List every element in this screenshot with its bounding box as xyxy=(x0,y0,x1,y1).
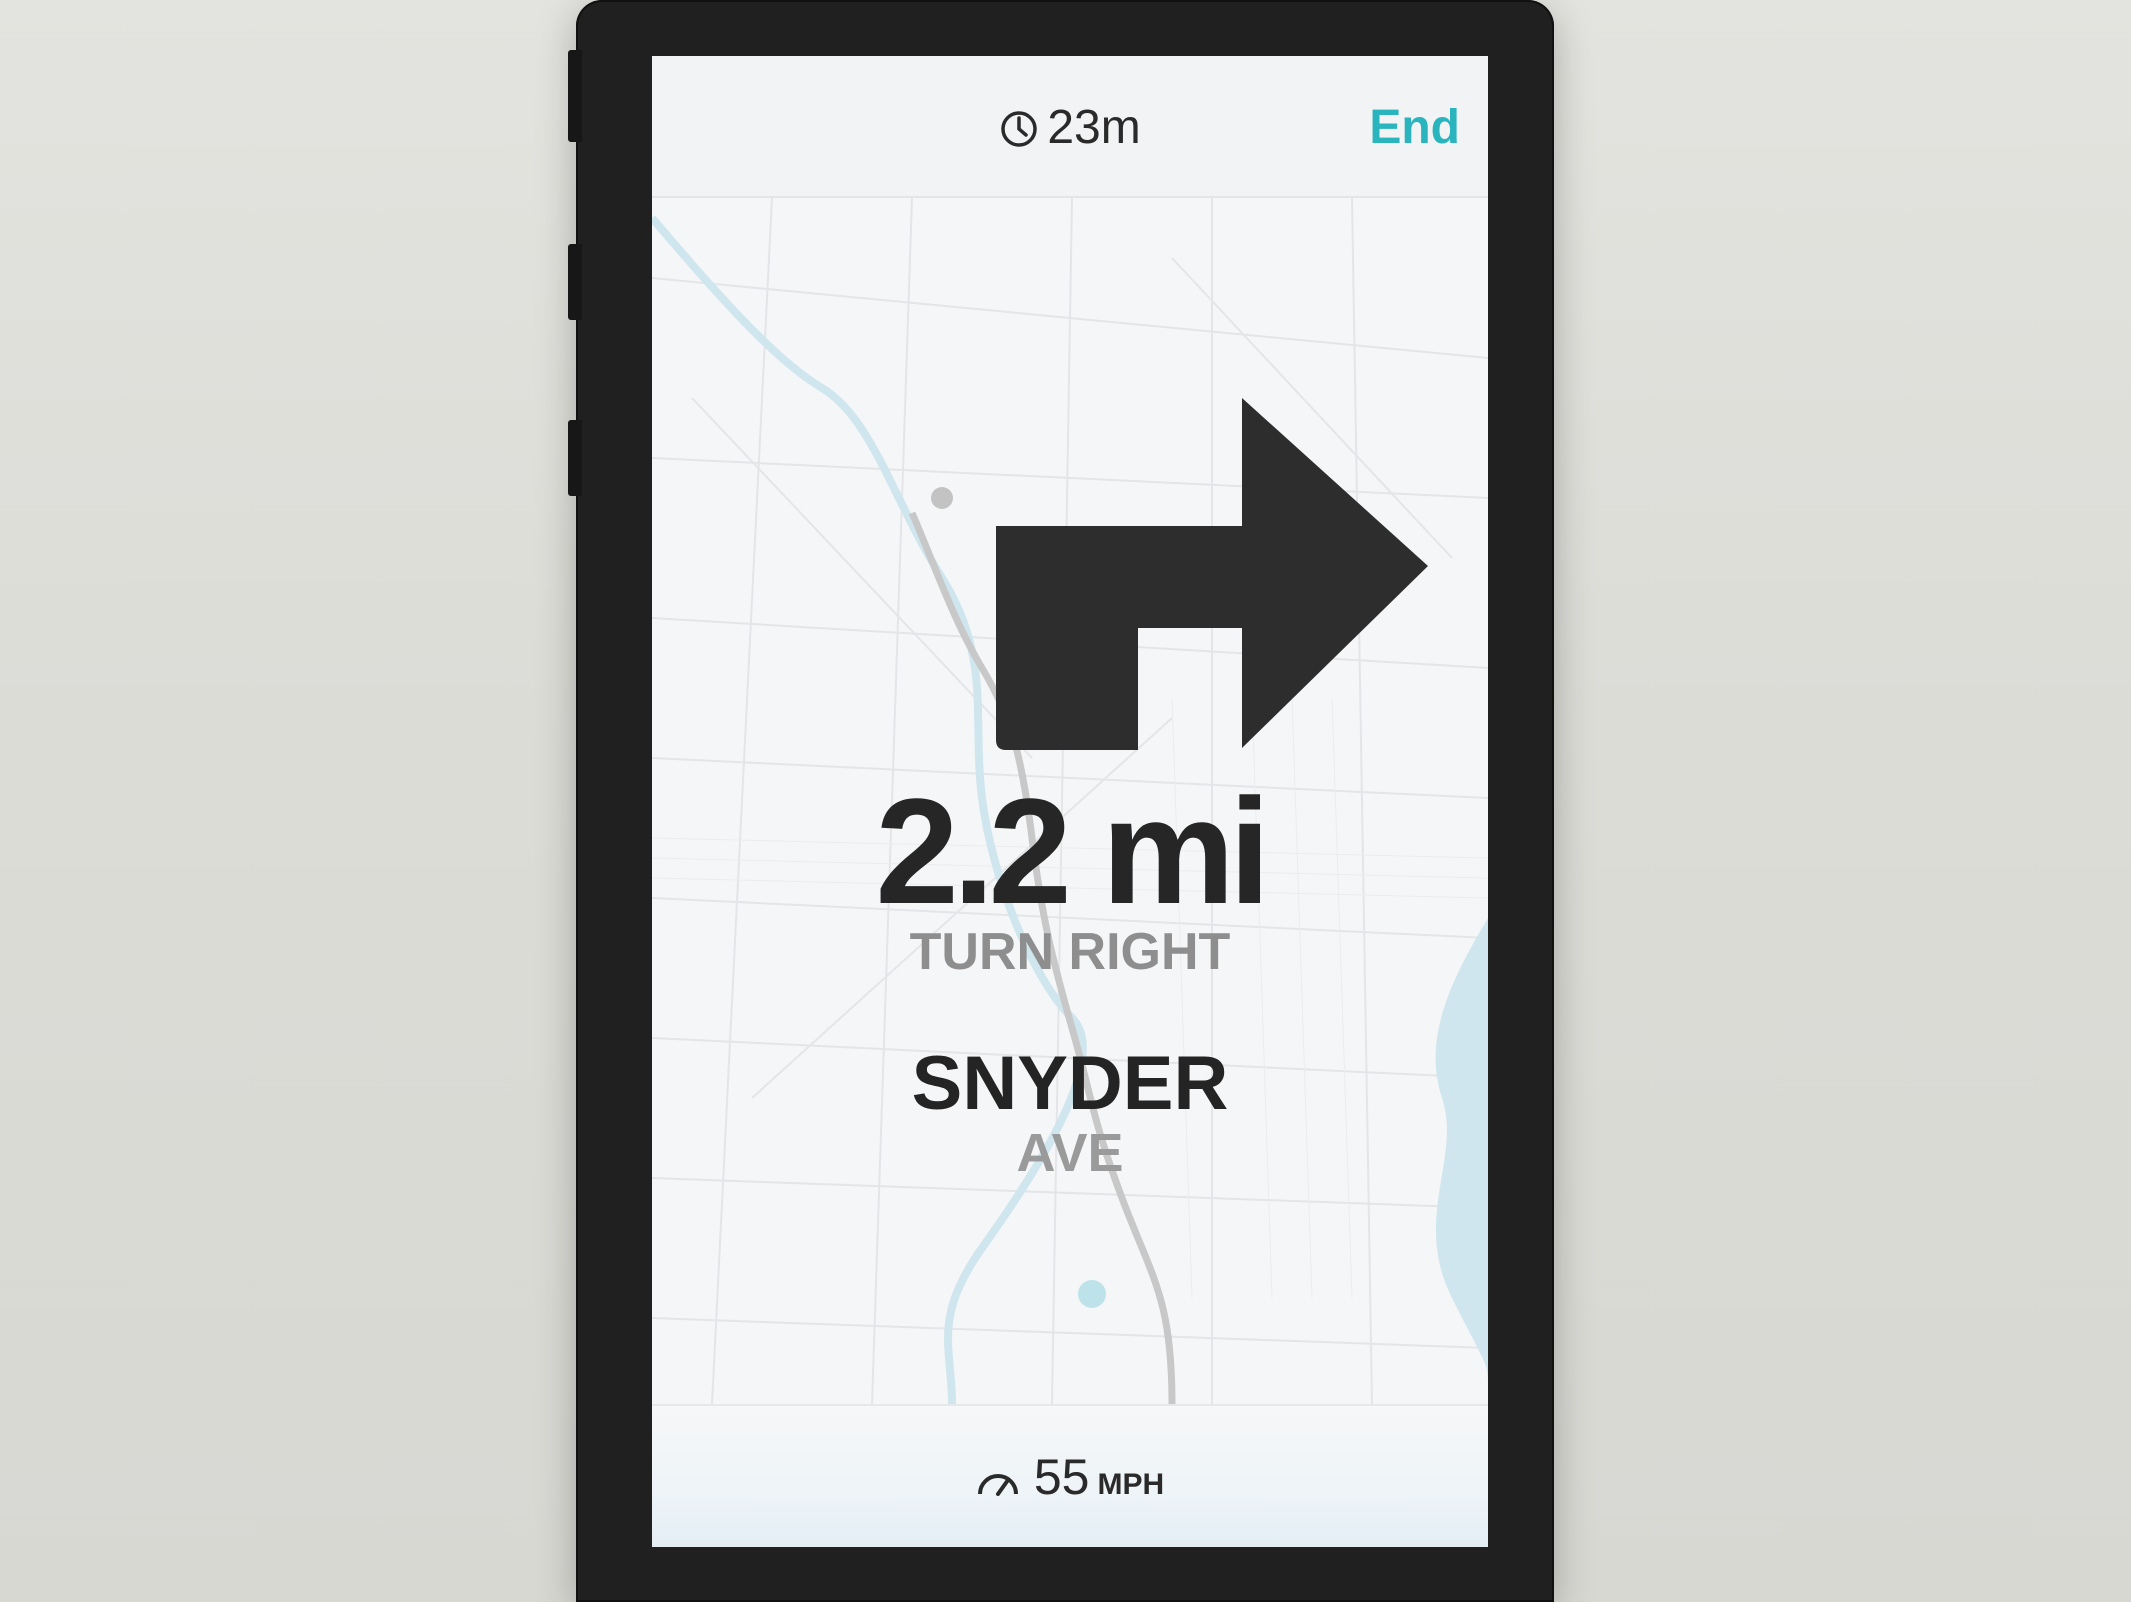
guidance-overlay: 2.2 mi TURN RIGHT SNYDER AVE xyxy=(652,56,1488,1547)
speed-display: 55 MPH xyxy=(652,1452,1488,1502)
speed-value: 55 xyxy=(1033,1449,1090,1505)
mute-switch xyxy=(568,50,582,142)
turn-right-arrow-icon xyxy=(996,398,1428,750)
street-name: SNYDER xyxy=(911,1041,1229,1126)
speed-unit: MPH xyxy=(1097,1468,1165,1501)
speedometer-icon xyxy=(977,1474,1018,1496)
bottom-bar: 55 MPH xyxy=(652,1404,1488,1547)
volume-up-button xyxy=(568,244,582,320)
street-suffix: AVE xyxy=(1016,1123,1124,1183)
volume-down-button xyxy=(568,420,582,496)
distance-to-turn: 2.2 mi xyxy=(875,767,1270,935)
maneuver-label: TURN RIGHT xyxy=(909,923,1231,981)
phone-screen: 23m End 2.2 mi TURN RIGHT SNYDER AVE 55 M… xyxy=(652,56,1488,1547)
